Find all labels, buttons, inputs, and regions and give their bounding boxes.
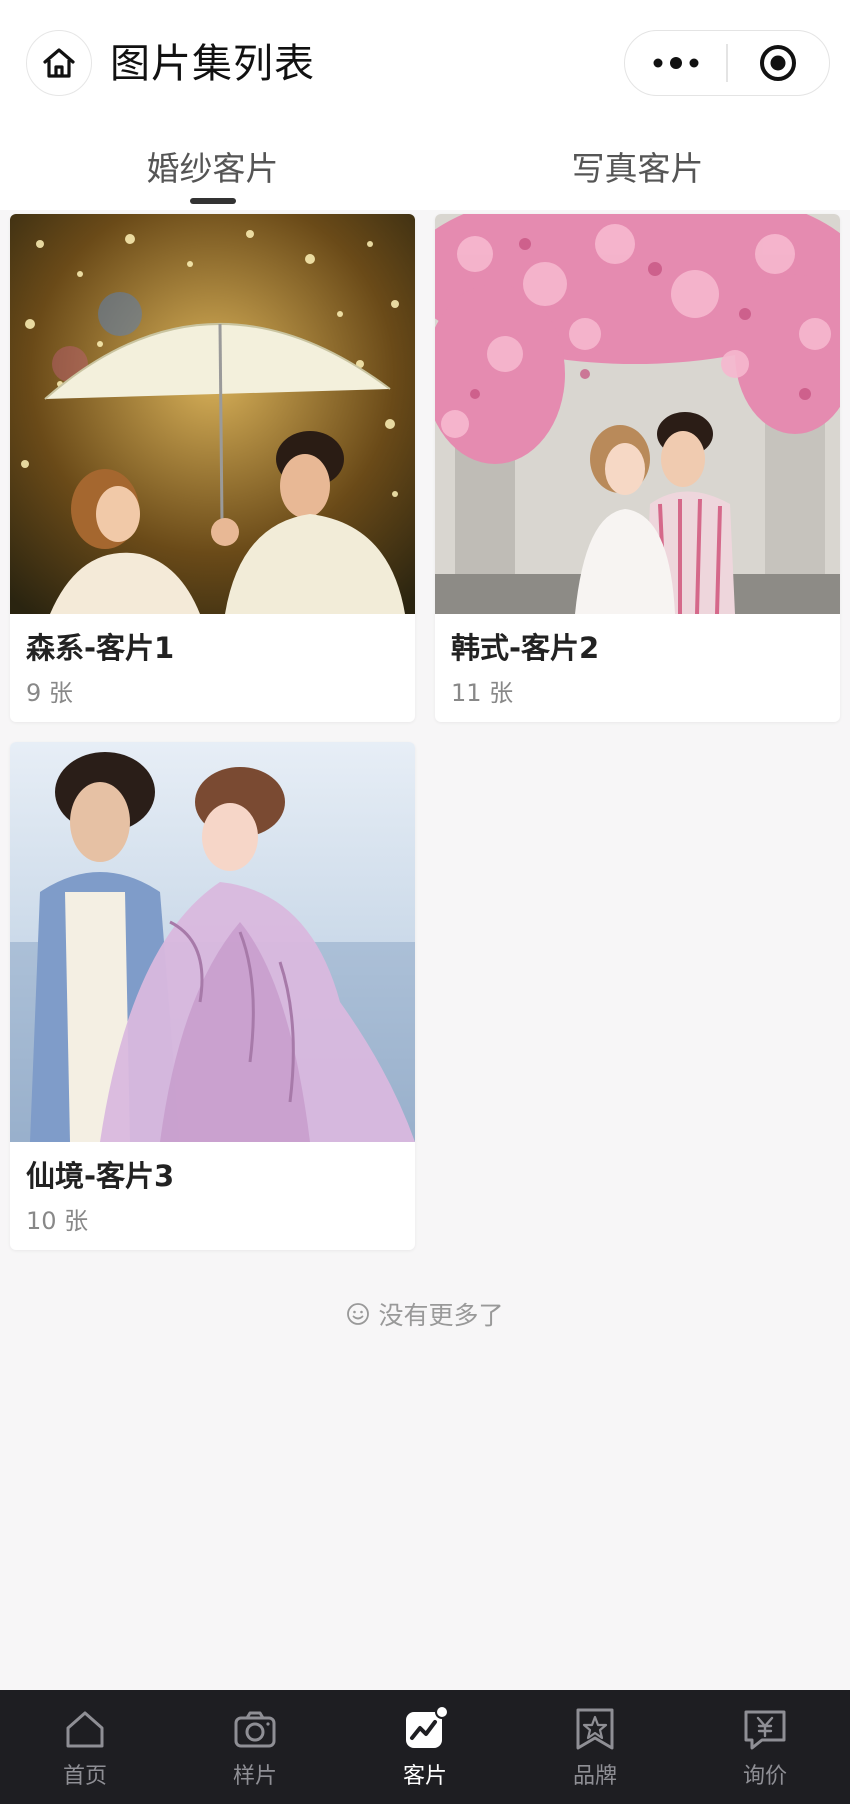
album-title: 森系-客片1 [26, 631, 175, 665]
album-title: 韩式-客片2 [451, 631, 600, 665]
page: 图片集列表 婚纱客片 写真客片 森系-客片1 9 张 韩式-客片2 11 张 仙… [0, 0, 850, 1804]
end-of-list-text: 没有更多了 [378, 1301, 504, 1330]
smiley-icon [347, 1303, 370, 1325]
tabbar-label: 首页 [62, 1764, 107, 1789]
album-title: 仙境-客片3 [26, 1159, 175, 1193]
home-icon [43, 48, 75, 78]
camera-icon [234, 1711, 276, 1748]
more-button[interactable] [625, 31, 726, 95]
nav-header: 图片集列表 [0, 0, 850, 120]
tabbar-item-brand[interactable]: 品牌 [510, 1690, 680, 1804]
tabbar-item-inquiry[interactable]: 询价 [680, 1690, 850, 1804]
tabbar-item-home[interactable]: 首页 [0, 1690, 170, 1804]
album-cover-image [435, 214, 840, 614]
end-of-list-note: 没有更多了 [0, 1296, 850, 1332]
star-icon [576, 1708, 614, 1750]
target-icon [760, 45, 797, 81]
album-cover-image [10, 214, 415, 614]
album-photo-count: 10 张 [26, 1207, 89, 1235]
tab-wedding[interactable]: 婚纱客片 [0, 120, 425, 210]
album-card[interactable]: 森系-客片1 9 张 [10, 214, 415, 722]
album-card[interactable]: 仙境-客片3 10 张 [10, 742, 415, 1250]
miniprogram-capsule [624, 30, 830, 96]
tabbar-label: 样片 [232, 1764, 277, 1789]
album-photo-count: 9 张 [26, 679, 73, 707]
home-button[interactable] [26, 30, 92, 96]
home-icon [66, 1711, 104, 1748]
tab-portrait[interactable]: 写真客片 [425, 120, 850, 210]
album-card[interactable]: 韩式-客片2 11 张 [435, 214, 840, 722]
more-dots-icon [653, 57, 699, 69]
tabbar-item-client-photos[interactable]: 客片 [340, 1690, 510, 1804]
tabbar-label: 询价 [742, 1764, 787, 1789]
chart-icon [406, 1705, 449, 1748]
close-miniprogram-button[interactable] [728, 31, 829, 95]
price-icon [744, 1710, 786, 1750]
album-photo-count: 11 张 [451, 679, 514, 707]
tabbar-label: 品牌 [572, 1764, 617, 1789]
tabbar-item-samples[interactable]: 样片 [170, 1690, 340, 1804]
category-tabs: 婚纱客片 写真客片 [0, 120, 850, 210]
tabbar-label: 客片 [402, 1764, 447, 1789]
tab-label: 写真客片 [571, 149, 704, 188]
album-cover-image [10, 742, 415, 1142]
active-tab-indicator [189, 198, 236, 204]
page-title: 图片集列表 [110, 41, 315, 87]
bottom-tab-bar: 首页 样片 客片 品牌 询价 [0, 1690, 850, 1804]
tab-label: 婚纱客片 [146, 149, 279, 188]
